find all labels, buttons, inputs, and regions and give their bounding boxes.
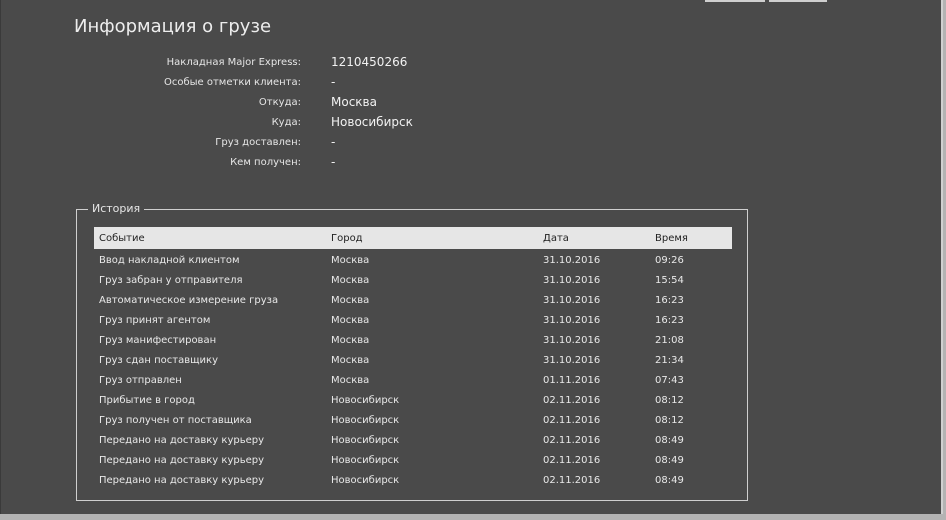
event-cell: Ввод накладной клиентом — [99, 255, 240, 266]
history-table-body: Ввод накладной клиентом Москва 31.10.201… — [94, 250, 732, 490]
date-cell: 31.10.2016 — [543, 295, 601, 306]
event-cell: Передано на доставку курьеру — [99, 475, 265, 486]
city-cell: Москва — [331, 255, 370, 266]
info-value-client-notes: - — [331, 75, 336, 89]
info-value-to: Новосибирск — [331, 115, 413, 129]
info-label-from: Откуда: — [258, 97, 301, 108]
time-cell: 08:12 — [655, 415, 684, 426]
table-row: Груз принят агентом Москва 31.10.2016 16… — [94, 310, 732, 330]
city-cell: Москва — [331, 275, 370, 286]
time-cell: 09:26 — [655, 255, 684, 266]
table-row: Передано на доставку курьеру Новосибирск… — [94, 470, 732, 490]
date-cell: 02.11.2016 — [543, 395, 601, 406]
event-cell: Груз сдан поставщику — [99, 355, 218, 366]
time-cell: 08:12 — [655, 395, 684, 406]
time-cell: 21:34 — [655, 355, 684, 366]
time-cell: 16:23 — [655, 295, 684, 306]
time-cell: 08:49 — [655, 455, 684, 466]
table-row: Груз получен от поставщика Новосибирск 0… — [94, 410, 732, 430]
time-cell: 07:43 — [655, 375, 684, 386]
time-cell: 15:54 — [655, 275, 684, 286]
table-row: Груз отправлен Москва 01.11.2016 07:43 — [94, 370, 732, 390]
info-row-from: Откуда: Москва — [1, 93, 601, 113]
city-cell: Москва — [331, 295, 370, 306]
info-label-received-by: Кем получен: — [230, 157, 301, 168]
page-title: Информация о грузе — [74, 16, 272, 37]
info-value-delivered: - — [331, 135, 336, 149]
time-cell: 21:08 — [655, 335, 684, 346]
event-cell: Передано на доставку курьеру — [99, 455, 265, 466]
city-cell: Москва — [331, 315, 370, 326]
date-cell: 02.11.2016 — [543, 475, 601, 486]
city-cell: Новосибирск — [331, 395, 400, 406]
column-header-time: Время — [655, 233, 688, 244]
table-row: Груз забран у отправителя Москва 31.10.2… — [94, 270, 732, 290]
column-header-date: Дата — [543, 233, 569, 244]
city-cell: Москва — [331, 375, 370, 386]
time-cell: 16:23 — [655, 315, 684, 326]
city-cell: Москва — [331, 355, 370, 366]
top-tab-right[interactable] — [769, 0, 827, 2]
city-cell: Новосибирск — [331, 475, 400, 486]
event-cell: Передано на доставку курьеру — [99, 435, 265, 446]
column-header-city: Город — [331, 233, 363, 244]
date-cell: 01.11.2016 — [543, 375, 601, 386]
column-header-event: Событие — [99, 233, 145, 244]
info-value-waybill: 1210450266 — [331, 55, 408, 69]
date-cell: 31.10.2016 — [543, 255, 601, 266]
table-row: Автоматическое измерение груза Москва 31… — [94, 290, 732, 310]
top-tab-left[interactable] — [705, 0, 765, 2]
date-cell: 31.10.2016 — [543, 335, 601, 346]
info-value-from: Москва — [331, 95, 377, 109]
date-cell: 02.11.2016 — [543, 435, 601, 446]
info-row-client-notes: Особые отметки клиента: - — [1, 73, 601, 93]
event-cell: Груз забран у отправителя — [99, 275, 243, 286]
event-cell: Прибытие в город — [99, 395, 195, 406]
info-label-to: Куда: — [271, 117, 301, 128]
history-legend: История — [88, 202, 145, 215]
cargo-info-panel: Информация о грузе Накладная Major Expre… — [0, 0, 943, 514]
date-cell: 02.11.2016 — [543, 455, 601, 466]
table-row: Груз сдан поставщику Москва 31.10.2016 2… — [94, 350, 732, 370]
info-value-received-by: - — [331, 155, 336, 169]
table-row: Груз манифестирован Москва 31.10.2016 21… — [94, 330, 732, 350]
info-label-delivered: Груз доставлен: — [215, 137, 301, 148]
info-row-delivered: Груз доставлен: - — [1, 133, 601, 153]
table-row: Передано на доставку курьеру Новосибирск… — [94, 450, 732, 470]
info-row-waybill: Накладная Major Express: 1210450266 — [1, 53, 601, 73]
date-cell: 31.10.2016 — [543, 355, 601, 366]
event-cell: Груз получен от поставщика — [99, 415, 252, 426]
city-cell: Новосибирск — [331, 415, 400, 426]
info-label-client-notes: Особые отметки клиента: — [163, 77, 301, 88]
date-cell: 31.10.2016 — [543, 315, 601, 326]
event-cell: Груз принят агентом — [99, 315, 211, 326]
city-cell: Москва — [331, 335, 370, 346]
event-cell: Груз манифестирован — [99, 335, 217, 346]
info-row-received-by: Кем получен: - — [1, 153, 601, 173]
info-row-to: Куда: Новосибирск — [1, 113, 601, 133]
table-row: Ввод накладной клиентом Москва 31.10.201… — [94, 250, 732, 270]
date-cell: 02.11.2016 — [543, 415, 601, 426]
table-row: Прибытие в город Новосибирск 02.11.2016 … — [94, 390, 732, 410]
time-cell: 08:49 — [655, 435, 684, 446]
date-cell: 31.10.2016 — [543, 275, 601, 286]
city-cell: Новосибирск — [331, 455, 400, 466]
history-table-header: Событие Город Дата Время — [94, 227, 732, 249]
time-cell: 08:49 — [655, 475, 684, 486]
history-fieldset: История Событие Город Дата Время Ввод на… — [76, 202, 748, 501]
event-cell: Автоматическое измерение груза — [99, 295, 279, 306]
event-cell: Груз отправлен — [99, 375, 182, 386]
info-label-waybill: Накладная Major Express: — [166, 57, 301, 68]
city-cell: Новосибирск — [331, 435, 400, 446]
table-row: Передано на доставку курьеру Новосибирск… — [94, 430, 732, 450]
